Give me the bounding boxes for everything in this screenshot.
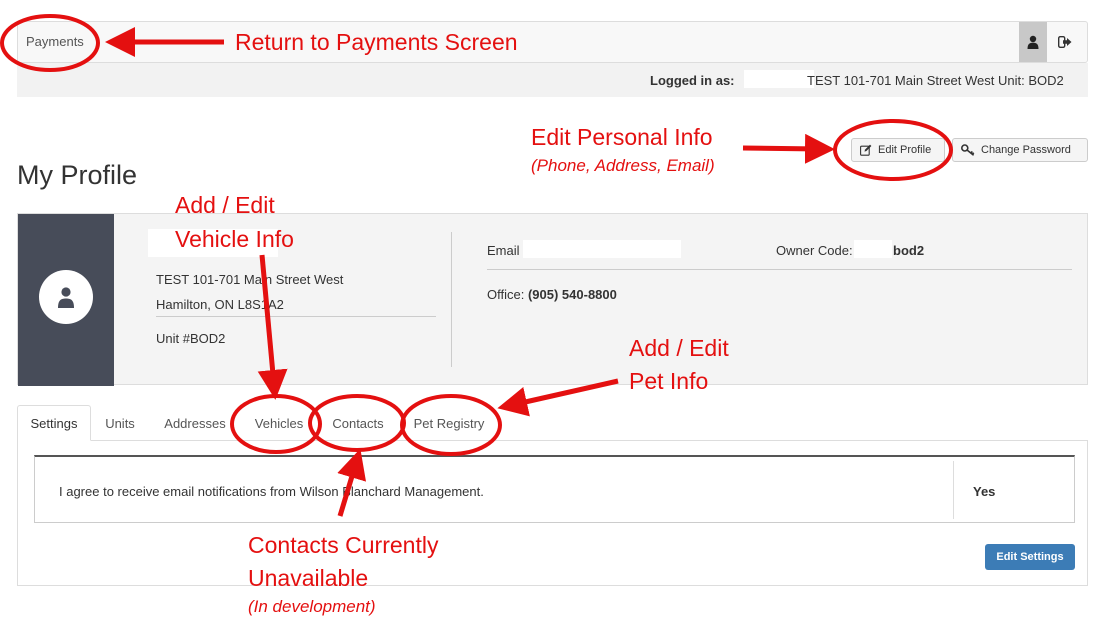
contact-divider bbox=[487, 269, 1072, 270]
tab-units[interactable]: Units bbox=[95, 405, 145, 441]
email-notification-value: Yes bbox=[973, 484, 996, 499]
office-label: Office: bbox=[487, 287, 525, 302]
settings-tab-panel: I agree to receive email notifications f… bbox=[17, 440, 1088, 586]
address-line-2: Hamilton, ON L8S1A2 bbox=[156, 297, 284, 312]
user-icon bbox=[58, 287, 74, 308]
panel-divider bbox=[451, 232, 452, 367]
user-icon bbox=[1027, 35, 1039, 49]
annotation-contacts-line2: Unavailable bbox=[248, 565, 369, 591]
annotation-vehicle-line2: Vehicle Info bbox=[175, 226, 294, 252]
redacted-block bbox=[854, 240, 892, 258]
address-line-1: TEST 101-701 Main Street West bbox=[156, 272, 344, 287]
annotation-edit-personal-sub: (Phone, Address, Email) bbox=[531, 156, 715, 175]
email-notification-setting: I agree to receive email notifications f… bbox=[59, 484, 484, 499]
payments-link[interactable]: Payments bbox=[26, 34, 84, 49]
address-divider bbox=[156, 316, 436, 317]
logged-in-bar: Logged in as: TEST 101-701 Main Street W… bbox=[17, 63, 1088, 97]
user-menu-button[interactable] bbox=[1019, 22, 1047, 62]
annotation-vehicle-line1: Add / Edit bbox=[175, 192, 275, 218]
annotation-edit-personal: Edit Personal Info bbox=[531, 124, 713, 150]
annotation-pet-line1: Add / Edit bbox=[629, 335, 729, 361]
avatar-sidebar bbox=[18, 214, 114, 386]
owner-code-label: Owner Code: bbox=[776, 243, 853, 258]
annotation-contacts-line1: Contacts Currently bbox=[248, 532, 439, 558]
annotation-return-payments: Return to Payments Screen bbox=[235, 29, 518, 55]
edit-profile-label: Edit Profile bbox=[878, 144, 932, 156]
top-navbar: Payments bbox=[17, 21, 1088, 63]
logout-button[interactable] bbox=[1051, 22, 1079, 62]
tab-settings[interactable]: Settings bbox=[17, 405, 91, 441]
edit-settings-button[interactable]: Edit Settings bbox=[985, 544, 1075, 570]
redacted-email-block bbox=[523, 240, 681, 258]
annotation-pet-line2: Pet Info bbox=[629, 368, 709, 394]
table-cell-divider bbox=[953, 461, 954, 519]
change-password-button[interactable]: Change Password bbox=[952, 138, 1088, 162]
tab-vehicles[interactable]: Vehicles bbox=[245, 405, 313, 441]
unit-number: Unit #BOD2 bbox=[156, 331, 226, 346]
tab-addresses[interactable]: Addresses bbox=[157, 405, 233, 441]
settings-table: I agree to receive email notifications f… bbox=[34, 455, 1075, 523]
office-phone-value: (905) 540-8800 bbox=[527, 287, 617, 302]
profile-tabs: Settings Units Addresses Vehicles Contac… bbox=[17, 405, 1088, 441]
key-icon bbox=[961, 144, 975, 156]
redacted-name-block bbox=[744, 70, 814, 88]
email-label: Email bbox=[487, 243, 520, 258]
pencil-square-icon bbox=[860, 144, 872, 156]
logged-in-label: Logged in as: bbox=[650, 73, 735, 88]
office-phone: Office: (905) 540-8800 bbox=[487, 287, 617, 302]
owner-code-value: bod2 bbox=[893, 243, 925, 258]
tab-contacts[interactable]: Contacts bbox=[323, 405, 393, 441]
change-password-label: Change Password bbox=[981, 144, 1071, 156]
page-title: My Profile bbox=[17, 160, 138, 190]
edit-profile-button[interactable]: Edit Profile bbox=[851, 138, 945, 162]
avatar bbox=[39, 270, 93, 324]
logged-in-user: TEST 101-701 Main Street West Unit: BOD2 bbox=[807, 73, 1064, 88]
logout-icon bbox=[1058, 36, 1072, 48]
tab-pet-registry[interactable]: Pet Registry bbox=[405, 405, 493, 441]
annotation-contacts-sub: (In development) bbox=[248, 597, 376, 616]
arrow-edit-profile bbox=[742, 133, 835, 164]
